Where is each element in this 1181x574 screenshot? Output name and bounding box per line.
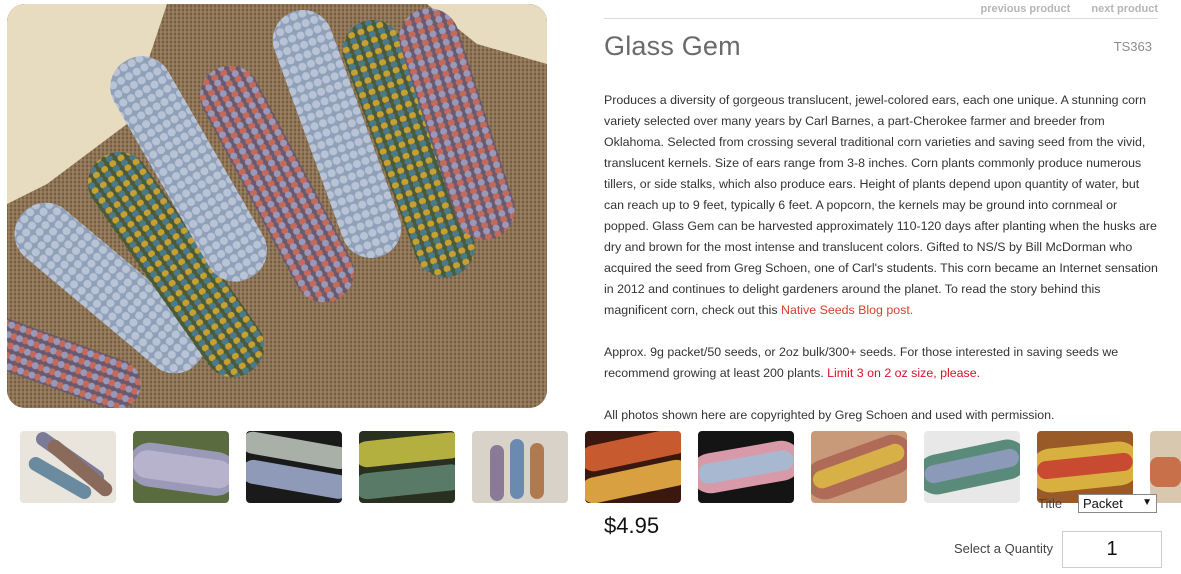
variant-selected-value: Packet <box>1083 496 1123 511</box>
thumbnail-9[interactable] <box>924 431 1020 503</box>
thumbnail-5[interactable] <box>472 431 568 503</box>
blog-post-link[interactable]: Native Seeds Blog post. <box>781 303 913 317</box>
product-nav: previous product next product <box>962 3 1158 15</box>
product-title: Glass Gem <box>604 31 741 61</box>
thumbnail-7[interactable] <box>698 431 794 503</box>
main-product-image <box>7 4 547 408</box>
variant-select[interactable]: Packet ▼ <box>1078 494 1157 513</box>
product-price: $4.95 <box>604 513 660 538</box>
thumbnail-4[interactable] <box>359 431 455 503</box>
thumbnail-1[interactable] <box>20 431 116 503</box>
limit-note: Limit 3 on 2 oz size, please. <box>827 366 981 380</box>
thumbnail-3[interactable] <box>246 431 342 503</box>
description-text-1: Produces a diversity of gorgeous translu… <box>604 93 1158 317</box>
thumbnail-10[interactable] <box>1037 431 1133 503</box>
quantity-input[interactable]: 1 <box>1062 531 1162 568</box>
thumbnail-strip <box>0 431 1181 503</box>
next-product-link[interactable]: next product <box>1091 3 1158 15</box>
description-paragraph-3: All photos shown here are copyrighted by… <box>604 408 1055 422</box>
description-paragraph-1: Produces a diversity of gorgeous translu… <box>604 90 1160 321</box>
thumbnail-6[interactable] <box>585 431 681 503</box>
thumbnail-2[interactable] <box>133 431 229 503</box>
quantity-label: Select a Quantity <box>954 541 1053 556</box>
header-divider <box>604 18 1158 19</box>
dropdown-arrow-icon: ▼ <box>1142 497 1152 508</box>
previous-product-link[interactable]: previous product <box>980 3 1070 15</box>
thumbnail-11[interactable] <box>1150 431 1181 503</box>
description-paragraph-2: Approx. 9g packet/50 seeds, or 2oz bulk/… <box>604 342 1160 384</box>
thumbnail-8[interactable] <box>811 431 907 503</box>
title-label: Title <box>1038 496 1063 511</box>
product-description: Produces a diversity of gorgeous translu… <box>604 90 1160 426</box>
product-sku: TS363 <box>1113 39 1152 54</box>
